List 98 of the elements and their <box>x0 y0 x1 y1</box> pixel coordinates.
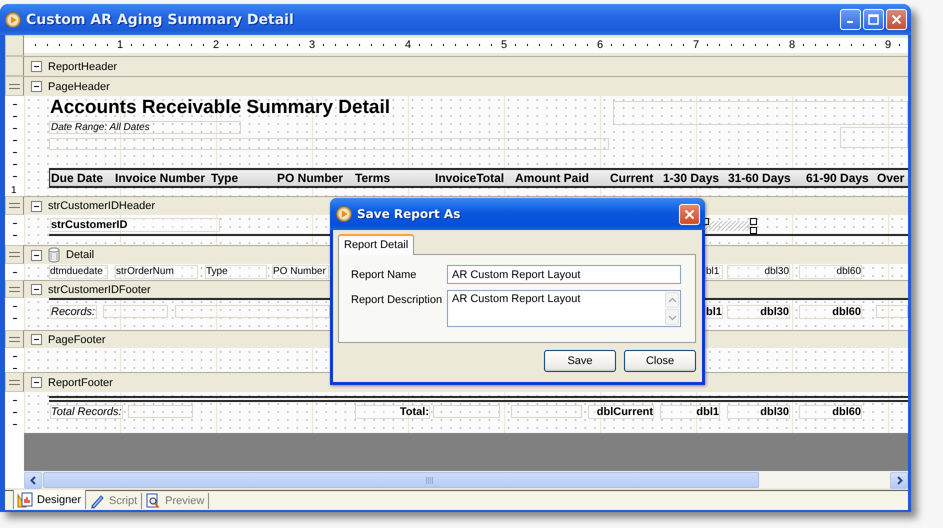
dialog-icon <box>336 206 352 222</box>
section-label: Detail <box>66 249 94 261</box>
report-field: dbl30 <box>727 265 790 279</box>
column-header: Current <box>610 171 654 185</box>
report-field: dbl30 <box>727 305 790 319</box>
column-header: 31-60 Days <box>728 171 791 185</box>
dialog-title: Save Report As <box>357 207 460 221</box>
pen-icon <box>89 493 106 509</box>
column-header: Terms <box>355 171 390 185</box>
collapse-icon[interactable] <box>31 284 42 295</box>
empty-field <box>433 405 500 418</box>
section-label: strCustomerIDFooter <box>48 284 151 296</box>
grip-icon <box>426 476 434 484</box>
date-range-field: Date Range: All Dates <box>49 121 241 134</box>
section-handle[interactable] <box>5 330 24 348</box>
view-tab[interactable]: Preview <box>142 493 210 509</box>
field-label: Report Name <box>351 268 418 283</box>
report-title: Accounts Receivable Summary Detail <box>50 97 390 119</box>
grip-icon[interactable] <box>9 84 20 88</box>
app-icon <box>5 12 21 28</box>
dialog-button[interactable]: Save <box>544 350 616 372</box>
tab-label: Script <box>109 495 138 507</box>
section-label: ReportFooter <box>48 376 113 388</box>
tab-label: Preview <box>165 495 204 507</box>
column-header: 61-90 Days <box>806 171 869 185</box>
report-field: Total Records: <box>50 405 123 419</box>
empty-field <box>128 405 193 418</box>
report-field: strCustomerID <box>50 218 220 232</box>
section-handle[interactable] <box>5 245 24 264</box>
close-icon <box>684 208 695 220</box>
tab-label: Designer <box>37 494 82 506</box>
section-label: PageHeader <box>48 80 110 92</box>
report-field: bl1 <box>705 305 723 319</box>
empty-field <box>876 305 908 318</box>
maximize-button[interactable] <box>863 9 884 30</box>
close-icon <box>891 14 902 25</box>
grip-icon[interactable] <box>9 252 20 257</box>
report-field: bl1 <box>705 265 723 279</box>
report-field: dbl30 <box>727 405 790 419</box>
column-header: Type <box>211 171 238 185</box>
grip-icon[interactable] <box>9 336 20 342</box>
report-field: dbl60 <box>799 405 862 419</box>
column-header: PO Number <box>277 171 344 185</box>
report-field: dbl60 <box>799 305 862 319</box>
grip-icon[interactable] <box>9 203 20 208</box>
dialog-button[interactable]: Close <box>624 350 696 372</box>
grip-icon[interactable] <box>9 286 20 292</box>
collapse-icon[interactable] <box>31 81 42 92</box>
report-field: dbl1 <box>660 405 720 419</box>
report-field: strOrderNum <box>115 265 198 279</box>
report-field: dtmduedate <box>49 265 108 279</box>
report-field: Total: <box>355 405 430 419</box>
section-handle[interactable] <box>5 196 24 215</box>
preview-icon <box>145 493 162 509</box>
report-field: PO Number <box>272 265 329 279</box>
collapse-icon[interactable] <box>31 377 42 388</box>
column-header: InvoiceTotal <box>435 171 504 185</box>
grip-icon[interactable] <box>9 380 20 384</box>
collapse-icon[interactable] <box>31 200 42 212</box>
maximize-icon <box>868 14 879 25</box>
scroll-thumb[interactable] <box>43 472 759 488</box>
minimize-button[interactable] <box>840 9 861 30</box>
report-field: dbl60 <box>799 265 862 279</box>
view-tab[interactable]: Script <box>86 493 142 509</box>
section-label: ReportHeader <box>48 60 118 72</box>
dialog-tab[interactable]: Report Detail <box>338 234 414 255</box>
collapse-icon[interactable] <box>31 334 42 345</box>
window-title: Custom AR Aging Summary Detail <box>26 12 294 28</box>
column-header: 1-30 Days <box>663 171 720 185</box>
field-label: Report Description <box>351 293 444 308</box>
report-design-icon <box>17 492 33 508</box>
section-handle[interactable] <box>5 372 24 392</box>
collapse-icon[interactable] <box>31 250 42 260</box>
report-field: Type <box>205 265 267 279</box>
vertical-ruler <box>5 348 24 372</box>
column-header: Invoice Number <box>115 171 206 185</box>
empty-field <box>840 127 908 148</box>
name-field[interactable]: AR Custom Report Layout <box>447 265 681 284</box>
empty-field <box>103 305 168 318</box>
view-tab[interactable]: Designer <box>13 490 86 509</box>
section-handle[interactable] <box>5 56 24 76</box>
section-label: PageFooter <box>48 334 106 346</box>
collapse-icon[interactable] <box>31 61 42 72</box>
scroll-left-button[interactable] <box>24 472 42 489</box>
report-field: Records: <box>50 305 97 319</box>
section-label: strCustomerIDHeader <box>48 200 155 212</box>
report-field: dblCurrent <box>588 405 654 419</box>
selected-field[interactable] <box>705 221 753 231</box>
column-header: Over <box>877 171 904 185</box>
section-handle[interactable] <box>5 76 24 96</box>
column-header: Amount Paid <box>515 171 589 185</box>
close-button[interactable] <box>679 204 700 224</box>
scroll-right-button[interactable] <box>890 472 908 489</box>
empty-field <box>511 405 582 418</box>
column-header: Due Date <box>51 171 104 185</box>
ruler-label: 1 <box>11 185 17 196</box>
section-handle[interactable] <box>5 280 24 298</box>
close-button[interactable] <box>886 9 907 30</box>
